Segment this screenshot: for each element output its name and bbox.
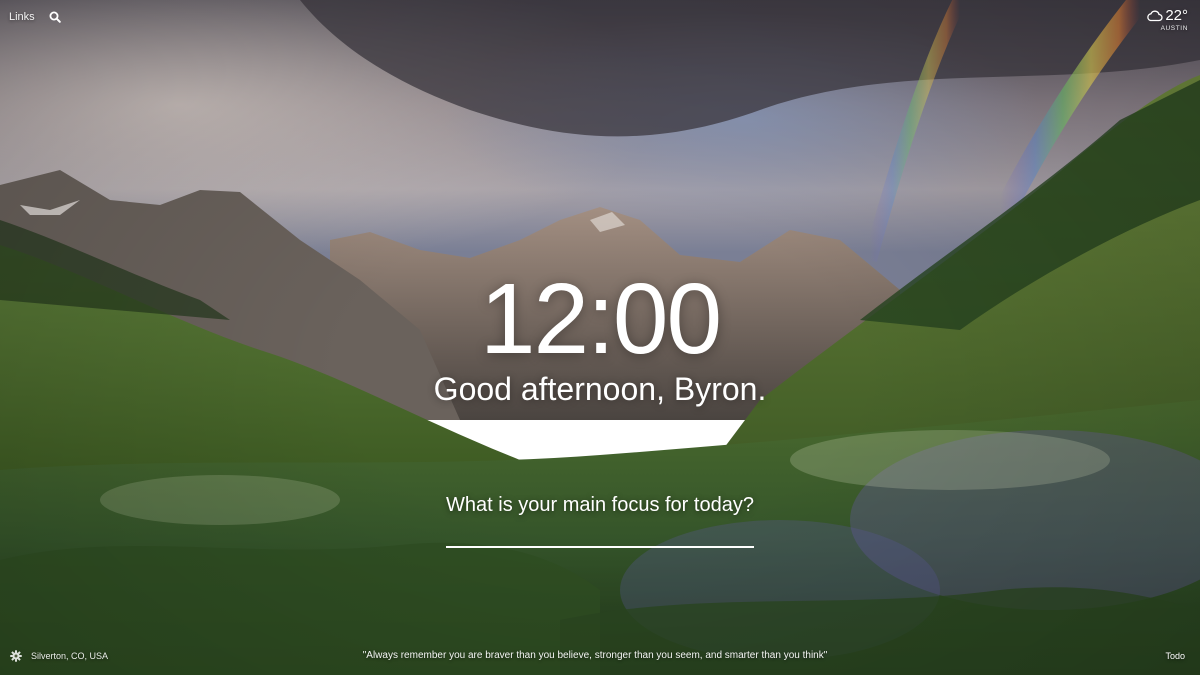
search-icon[interactable] bbox=[49, 11, 61, 23]
links-button[interactable]: Links bbox=[9, 11, 35, 23]
weather-widget[interactable]: 22° AUSTIN bbox=[1146, 8, 1188, 32]
weather-row: 22° bbox=[1146, 8, 1188, 23]
weather-temperature: 22° bbox=[1165, 7, 1188, 24]
new-tab-dashboard: Links 22° AUSTIN 12:00 Good afternoon, B… bbox=[0, 0, 1200, 675]
daily-quote[interactable]: "Always remember you are braver than you… bbox=[0, 650, 1190, 661]
cloud-icon bbox=[1146, 9, 1163, 22]
greeting-text: Good afternoon, Byron. bbox=[433, 371, 767, 407]
todo-button[interactable]: Todo bbox=[1165, 651, 1185, 661]
focus-question: What is your main focus for today? bbox=[446, 494, 754, 516]
top-left-bar: Links bbox=[9, 11, 61, 23]
focus-input[interactable] bbox=[446, 522, 754, 548]
clock-time: 12:00 bbox=[479, 263, 722, 375]
weather-location: AUSTIN bbox=[1160, 25, 1188, 32]
